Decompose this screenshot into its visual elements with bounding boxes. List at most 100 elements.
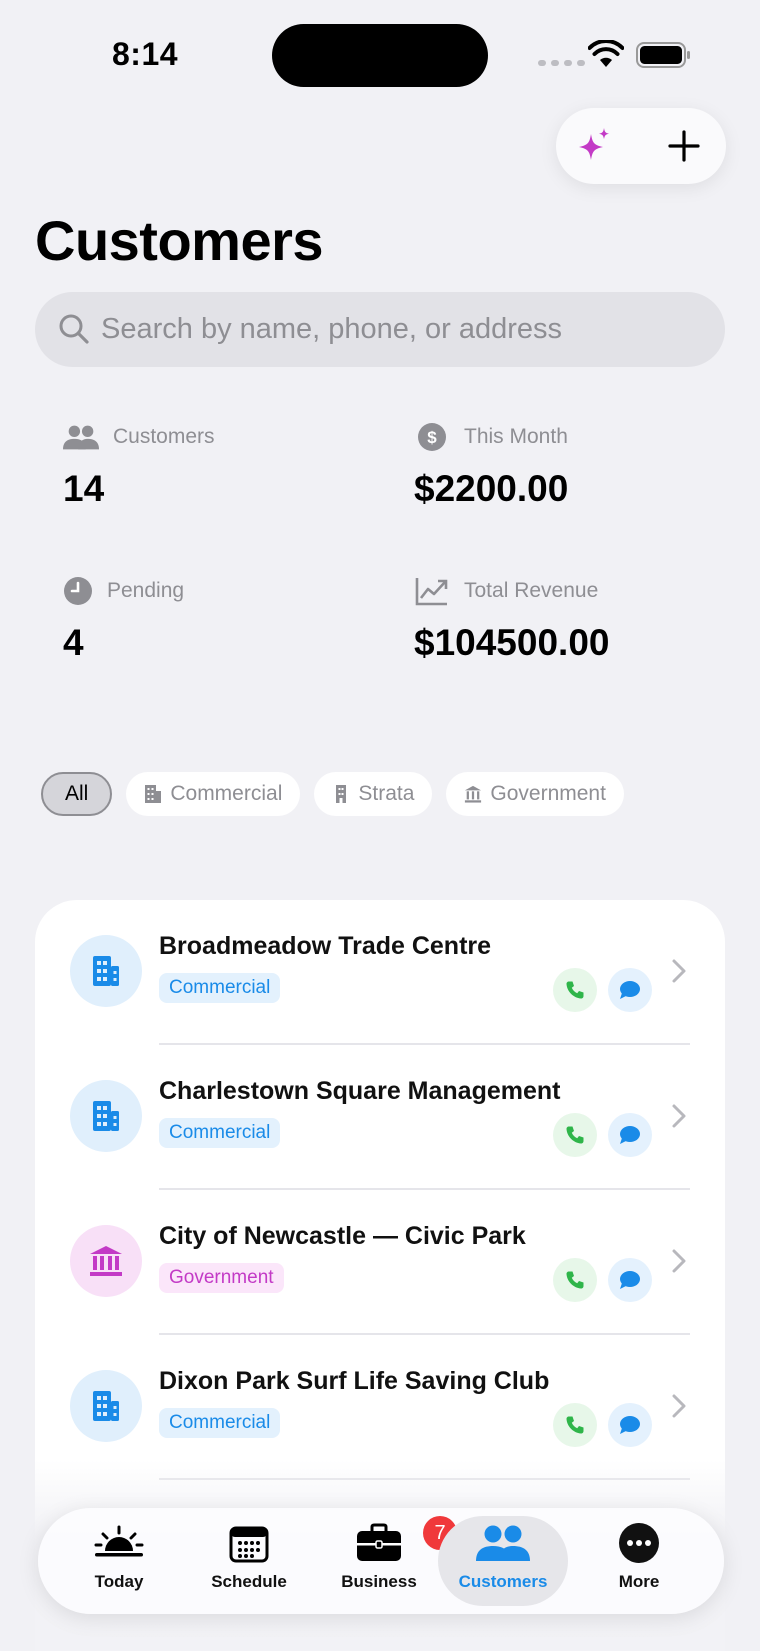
page-title: Customers: [35, 209, 324, 272]
customer-row[interactable]: Broadmeadow Trade Centre Commercial: [35, 900, 725, 1045]
clock-icon: [63, 576, 93, 606]
chart-up-icon: [414, 576, 450, 606]
customer-type-tag: Commercial: [159, 973, 281, 1003]
tab-more[interactable]: More: [574, 1516, 704, 1606]
customer-name: Dixon Park Surf Life Saving Club: [159, 1367, 550, 1395]
stat-label: Pending: [107, 579, 185, 602]
stat-label: This Month: [464, 425, 568, 448]
stat-value: $2200.00: [414, 468, 569, 509]
message-bubble-icon: [620, 1416, 640, 1434]
people-icon: [475, 1520, 531, 1566]
message-button[interactable]: [608, 968, 652, 1012]
message-bubble-icon: [620, 981, 640, 999]
svg-text:$: $: [427, 428, 437, 447]
building-icon: [145, 785, 162, 803]
stat-value: 14: [63, 468, 105, 509]
dollar-icon: $: [414, 422, 450, 452]
stat-total-revenue: Total Revenue $104500.00: [414, 574, 609, 664]
customer-type-tag: Commercial: [159, 1408, 281, 1438]
filter-strata[interactable]: Strata: [314, 772, 433, 816]
briefcase-icon: 7: [351, 1516, 457, 1566]
dynamic-island: [272, 24, 488, 87]
phone-icon: [566, 981, 584, 999]
tab-business[interactable]: 7 Business: [314, 1516, 457, 1606]
battery-icon: [636, 42, 690, 68]
phone-icon: [566, 1126, 584, 1144]
customer-avatar: [70, 935, 142, 1007]
sunrise-icon: [91, 1520, 147, 1566]
call-button[interactable]: [553, 1258, 597, 1302]
search-bar[interactable]: [35, 292, 725, 367]
more-icon: [611, 1520, 667, 1566]
filter-all[interactable]: All: [41, 772, 113, 816]
call-button[interactable]: [553, 968, 597, 1012]
call-button[interactable]: [553, 1113, 597, 1157]
customer-type-tag: Government: [159, 1263, 284, 1293]
phone-icon: [566, 1271, 584, 1289]
building-icon: [93, 1391, 119, 1421]
tab-label: Customers: [458, 1572, 548, 1591]
customer-name: City of Newcastle — Civic Park: [159, 1222, 526, 1250]
tab-customers[interactable]: Customers: [438, 1516, 568, 1606]
customer-row[interactable]: Charlestown Square Management Commercial: [35, 1045, 725, 1190]
wifi-icon: [588, 40, 624, 67]
customer-name: Charlestown Square Management: [159, 1077, 561, 1105]
message-bubble-icon: [620, 1126, 640, 1144]
call-button[interactable]: [553, 1403, 597, 1447]
customer-row[interactable]: City of Newcastle — Civic Park Governmen…: [35, 1190, 725, 1335]
top-actions: [556, 108, 726, 184]
chevron-right-icon: [672, 1104, 686, 1128]
plus-icon: [668, 130, 700, 162]
customer-type-tag: Commercial: [159, 1118, 281, 1148]
stat-this-month: $ This Month $2200.00: [414, 420, 568, 510]
chip-label: All: [65, 782, 89, 805]
stat-pending: Pending 4: [63, 574, 184, 664]
search-icon: [59, 314, 89, 344]
customer-avatar: [70, 1225, 142, 1297]
tab-label: Today: [94, 1572, 144, 1591]
search-input[interactable]: [101, 292, 701, 367]
stat-label: Customers: [113, 425, 215, 448]
filter-commercial[interactable]: Commercial: [126, 772, 301, 816]
chevron-right-icon: [672, 1249, 686, 1273]
calendar-icon: [221, 1520, 277, 1566]
message-button[interactable]: [608, 1258, 652, 1302]
stat-customers: Customers 14: [63, 420, 215, 510]
bank-icon: [90, 1246, 122, 1276]
cellular-signal-icon: [538, 60, 585, 66]
customer-row[interactable]: Dixon Park Surf Life Saving Club Commerc…: [35, 1335, 725, 1480]
ai-sparkle-button[interactable]: [574, 126, 614, 166]
customer-name: Broadmeadow Trade Centre: [159, 932, 492, 960]
status-bar: 8:14: [0, 0, 760, 110]
tower-icon: [336, 785, 347, 803]
tab-label: More: [618, 1572, 660, 1591]
message-button[interactable]: [608, 1403, 652, 1447]
tab-label: Business: [341, 1572, 417, 1591]
stat-value: 4: [63, 622, 84, 663]
tab-label: Schedule: [211, 1572, 287, 1591]
chevron-right-icon: [672, 1394, 686, 1418]
chip-label: Commercial: [170, 782, 283, 805]
customer-avatar: [70, 1080, 142, 1152]
building-icon: [93, 956, 119, 986]
filter-government[interactable]: Government: [446, 772, 624, 816]
tab-today[interactable]: Today: [54, 1516, 184, 1606]
status-time: 8:14: [112, 36, 179, 72]
add-customer-button[interactable]: [662, 124, 706, 168]
building-icon: [93, 1101, 119, 1131]
message-button[interactable]: [608, 1113, 652, 1157]
chevron-right-icon: [672, 959, 686, 983]
stat-label: Total Revenue: [464, 579, 599, 602]
bank-icon: [465, 785, 482, 803]
customer-avatar: [70, 1370, 142, 1442]
phone-icon: [566, 1416, 584, 1434]
chip-label: Government: [490, 782, 606, 805]
stat-value: $104500.00: [414, 622, 610, 663]
tab-schedule[interactable]: Schedule: [184, 1516, 314, 1606]
tab-bar: Today Schedule 7 Business Customers More: [38, 1508, 724, 1614]
filter-chips: All Commercial Strata Government: [41, 772, 624, 816]
sparkle-icon: [579, 128, 609, 160]
message-bubble-icon: [620, 1271, 640, 1289]
chip-label: Strata: [358, 782, 415, 805]
people-icon: [63, 422, 99, 452]
